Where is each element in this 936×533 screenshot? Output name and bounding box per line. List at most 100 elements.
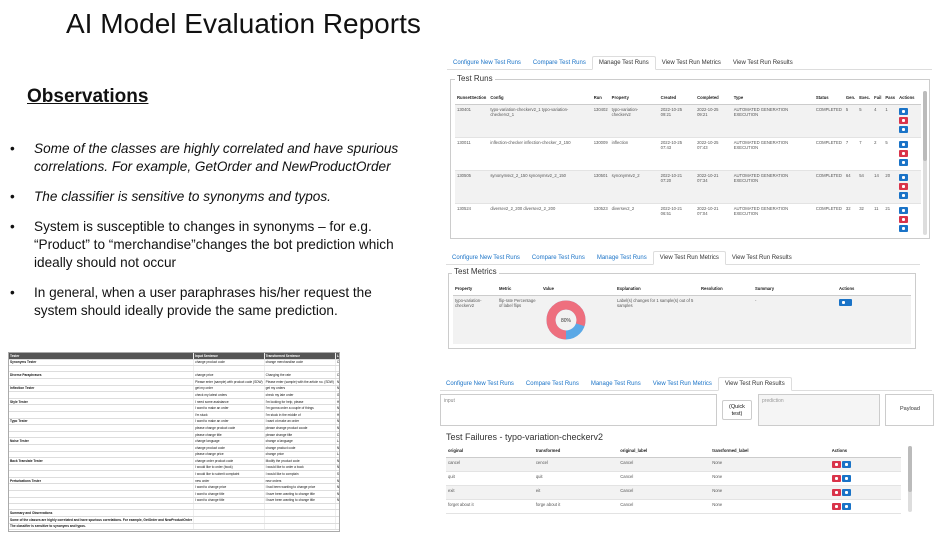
flag-button[interactable] xyxy=(831,489,841,496)
tab-compare-test-runs[interactable]: Compare Test Runs xyxy=(526,252,591,264)
column-header: transformed xyxy=(533,444,619,458)
property-cell: typo-variation-checkerv2 xyxy=(453,295,497,344)
tab-configure-new-test-runs[interactable]: Configure New Test Runs xyxy=(440,378,520,390)
table-cell: forget about it xyxy=(446,499,534,514)
table-row: Style Tester I need some assistance I'm lo… xyxy=(9,398,339,406)
actions-cell xyxy=(829,499,901,514)
edit-button[interactable] xyxy=(899,225,909,232)
view-button[interactable] xyxy=(841,475,851,482)
observations-list: • Some of the classes are highly correlat… xyxy=(10,140,410,332)
table-cell: get my orders xyxy=(264,385,336,393)
view-button[interactable] xyxy=(899,141,909,148)
table-row: Diverse Paraphrases change price Changing … xyxy=(9,371,339,379)
table-cell xyxy=(9,490,195,498)
edit-button[interactable] xyxy=(899,192,909,199)
table-cell: change product code xyxy=(264,444,336,452)
tab-manage-test-runs[interactable]: Manage Test Runs xyxy=(585,378,647,390)
scrollbar[interactable] xyxy=(908,446,912,512)
table-cell: I'm stuck in the middle of xyxy=(264,411,336,419)
table-cell: I would like to order (book) xyxy=(193,464,265,472)
table-cell: I want to make an order xyxy=(193,404,265,412)
table-cell: NewProductOrder xyxy=(335,457,339,465)
delete-button[interactable] xyxy=(899,183,909,190)
table-cell: get my order xyxy=(193,385,265,393)
tab-view-test-run-metrics[interactable]: View Test Run Metrics xyxy=(656,57,727,69)
table-row: forget about it forge about it Cancel None xyxy=(446,499,901,514)
prediction-field: prediction xyxy=(758,394,880,426)
bullet-icon: • xyxy=(10,285,15,300)
observations-heading: Observations xyxy=(27,86,149,107)
flag-button[interactable] xyxy=(831,461,841,468)
tab-view-test-run-results[interactable]: View Test Run Results xyxy=(717,377,792,391)
column-header: Actions xyxy=(837,282,911,296)
table-cell: quit xyxy=(533,471,619,486)
table-row: Synonyms Tester change product code change… xyxy=(9,359,339,367)
table-cell: 130402 xyxy=(591,104,610,138)
table-row: Typo Tester I want to make an order I want… xyxy=(9,418,339,426)
flag-button[interactable] xyxy=(831,475,841,482)
table-cell: 7 xyxy=(843,137,858,171)
column-header: Actions xyxy=(897,91,921,105)
input-field[interactable]: input xyxy=(440,394,717,426)
actions-cell xyxy=(897,170,921,204)
edit-button[interactable] xyxy=(899,159,909,166)
column-header: Fail xyxy=(872,91,884,105)
payload-field[interactable]: Payload xyxy=(885,394,934,426)
tab-view-test-run-results[interactable]: View Test Run Results xyxy=(726,252,798,264)
view-button[interactable] xyxy=(899,207,909,214)
test-run-metrics-panel: Configure New Test Runs Compare Test Runs… xyxy=(446,250,920,350)
table-cell: Language xyxy=(335,437,339,445)
table-cell: None xyxy=(335,483,339,492)
table-cell xyxy=(264,516,336,524)
scrollbar-thumb[interactable] xyxy=(923,91,927,161)
table-cell: 5 xyxy=(857,104,873,138)
delete-button[interactable] xyxy=(899,117,909,124)
tab-view-test-run-results[interactable]: View Test Run Results xyxy=(727,57,799,69)
table-cell: change merchandise code xyxy=(264,359,336,367)
column-header: Type xyxy=(731,91,814,105)
column-header: Metric xyxy=(497,282,541,296)
table-cell xyxy=(9,411,195,419)
table-cell: I want to change price xyxy=(193,483,265,492)
tab-configure-new-test-runs[interactable]: Configure New Test Runs xyxy=(447,57,527,69)
table-cell xyxy=(335,509,339,518)
scrollbar-thumb[interactable] xyxy=(908,446,912,492)
tab-bar: Configure New Test Runs Compare Test Runs… xyxy=(447,55,932,70)
search-button[interactable] xyxy=(839,299,852,306)
table-cell: Modify the product code xyxy=(264,457,336,465)
table-cell: Perturbations Tester xyxy=(9,477,195,485)
table-row: Perturbations Tester new order new orders N… xyxy=(9,477,339,485)
tab-view-test-run-metrics[interactable]: View Test Run Metrics xyxy=(647,378,718,390)
tab-compare-test-runs[interactable]: Compare Test Runs xyxy=(527,57,592,69)
table-row: please change titleplease change tilteCa… xyxy=(9,431,339,439)
quick-test-button[interactable]: (Quick test) xyxy=(722,400,752,420)
tab-configure-new-test-runs[interactable]: Configure New Test Runs xyxy=(446,252,526,264)
table-cell: change price xyxy=(193,371,265,379)
table-cell: I had been wanting to change price xyxy=(264,483,336,492)
tab-view-test-run-metrics[interactable]: View Test Run Metrics xyxy=(652,251,726,265)
view-button[interactable] xyxy=(841,503,851,510)
table-cell: Cancel xyxy=(335,371,339,379)
table-cell: change a language xyxy=(264,437,336,445)
view-button[interactable] xyxy=(841,489,851,496)
table-cell: Help xyxy=(335,411,339,419)
table-cell: None xyxy=(710,471,830,486)
edit-button[interactable] xyxy=(899,126,909,133)
delete-button[interactable] xyxy=(899,150,909,157)
scrollbar[interactable] xyxy=(923,91,927,235)
view-button[interactable] xyxy=(841,461,851,468)
view-button[interactable] xyxy=(899,108,909,115)
table-cell: change order product code xyxy=(193,457,265,465)
table-cell: Cancel xyxy=(618,499,711,514)
table-cell xyxy=(335,523,339,531)
tab-compare-test-runs[interactable]: Compare Test Runs xyxy=(520,378,585,390)
view-button[interactable] xyxy=(899,174,909,181)
column-header: Summary xyxy=(753,282,837,296)
table-cell xyxy=(9,424,195,432)
column-header: Completed xyxy=(695,91,732,105)
tab-manage-test-runs[interactable]: Manage Test Runs xyxy=(591,252,653,264)
delete-button[interactable] xyxy=(899,216,909,223)
tab-manage-test-runs[interactable]: Manage Test Runs xyxy=(591,56,656,70)
bullet-icon: • xyxy=(10,219,15,234)
flag-button[interactable] xyxy=(831,503,841,510)
